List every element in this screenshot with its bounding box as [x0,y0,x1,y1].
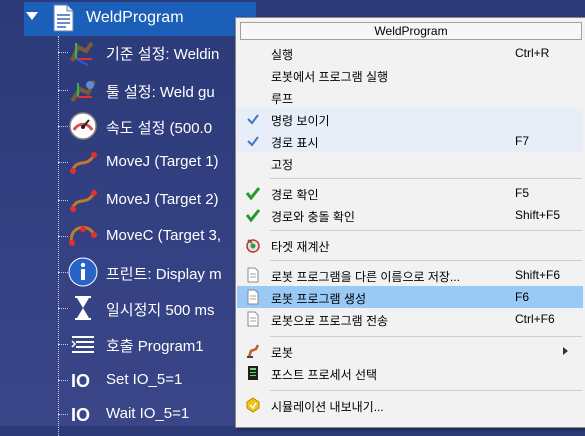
movec-icon [69,225,97,246]
tree-item-label: 기준 설정: Weldin [106,46,220,63]
speedometer-icon [69,112,97,140]
checkmark-icon [247,114,259,125]
tree-item-tool[interactable]: 툴 설정: Weld gu [58,72,258,108]
tree-item-set-io[interactable]: IO Set IO_5=1 [58,362,258,398]
tree-item-movej-2[interactable]: MoveJ (Target 2) [58,182,258,218]
checkmark-icon [247,136,259,147]
menu-item-show-path[interactable]: 경로 표시 F7 [237,130,583,152]
menu-item-run-on-robot[interactable]: 로봇에서 프로그램 실행 [237,64,583,86]
menu-item-show-instructions[interactable]: 명령 보이기 [237,108,583,130]
document-icon [247,267,259,283]
call-program-icon [71,336,94,353]
menu-separator [270,178,582,179]
menu-separator [270,230,582,231]
menu-item-check-path[interactable]: 경로 확인 F5 [237,182,583,204]
submenu-arrow-icon [563,347,568,355]
tree-item-label: 프린트: Display m [106,266,222,283]
tree-item-movec[interactable]: MoveC (Target 3, [58,218,258,254]
tree-item-speed[interactable]: 속도 설정 (500.0 [58,108,258,144]
context-menu-title: WeldProgram [240,22,582,40]
program-file-icon [53,4,74,32]
svg-text:IO: IO [71,405,90,425]
tree-item-wait-io[interactable]: IO Wait IO_5=1 [58,396,258,432]
tree-item-label: MoveC (Target 3, [106,227,222,244]
menu-item-generate-program[interactable]: 로봇 프로그램 생성 F6 [237,286,583,308]
menu-item-loop[interactable]: 루프 [237,86,583,108]
collapse-arrow-icon[interactable] [26,12,38,20]
export-simulation-icon [246,397,260,413]
target-icon [246,239,260,253]
tree-item-label: 툴 설정: Weld gu [106,84,215,101]
menu-item-send-program-to-robot[interactable]: 로봇으로 프로그램 전송 Ctrl+F6 [237,308,583,330]
io-icon: IO [71,405,90,425]
menu-separator [270,390,582,391]
menu-item-fixed[interactable]: 고정 [237,152,583,174]
tree-item-label: 일시정지 500 ms [106,302,215,319]
svg-text:IO: IO [71,371,90,391]
tree-item-pause[interactable]: 일시정지 500 ms [58,290,258,326]
tree-item-print[interactable]: 프린트: Display m [58,254,258,290]
tree-item-label: 속도 설정 (500.0 [106,120,213,137]
tree-item-label: Wait IO_5=1 [106,405,190,422]
info-icon [68,257,98,287]
menu-separator [270,260,582,261]
hourglass-icon [75,296,91,320]
menu-separator [270,336,582,337]
tree-item-label: 호출 Program1 [106,338,204,355]
menu-item-export-simulation[interactable]: 시뮬레이션 내보내기... [237,394,583,416]
post-processor-icon [248,366,258,380]
green-check-icon [245,187,261,201]
menu-item-robot[interactable]: 로봇 [237,340,583,362]
tree-item-call-program[interactable]: 호출 Program1 [58,326,258,362]
menu-item-save-program-as[interactable]: 로봇 프로그램을 다른 이름으로 저장... Shift+F6 [237,264,583,286]
document-icon [247,289,259,305]
document-icon [247,311,259,327]
movej-icon [70,152,97,174]
tree-item-label: MoveJ (Target 2) [106,191,219,208]
tree-item-label: Set IO_5=1 [106,371,183,388]
tree-item-label: MoveJ (Target 1) [106,153,219,170]
reference-frame-icon [70,41,94,66]
io-icon: IO [71,371,90,391]
menu-item-check-path-collision[interactable]: 경로와 충돌 확인 Shift+F5 [237,204,583,226]
tree-root-label: WeldProgram [86,9,184,26]
context-menu: WeldProgram 실행 Ctrl+R 로봇에서 프로그램 실행 루프 명령… [235,17,585,428]
tree-item-movej-1[interactable]: MoveJ (Target 1) [58,144,258,180]
menu-item-run[interactable]: 실행 Ctrl+R [237,42,583,64]
robot-arm-icon [247,344,260,358]
tool-icon [70,80,96,103]
movej-icon [70,190,97,212]
tree-item-reference-frame[interactable]: 기준 설정: Weldin [58,34,258,70]
green-check-icon [245,209,261,223]
menu-item-recalculate-targets[interactable]: 타겟 재계산 [237,234,583,256]
menu-item-select-post-processor[interactable]: 포스트 프로세서 선택 [237,362,583,384]
